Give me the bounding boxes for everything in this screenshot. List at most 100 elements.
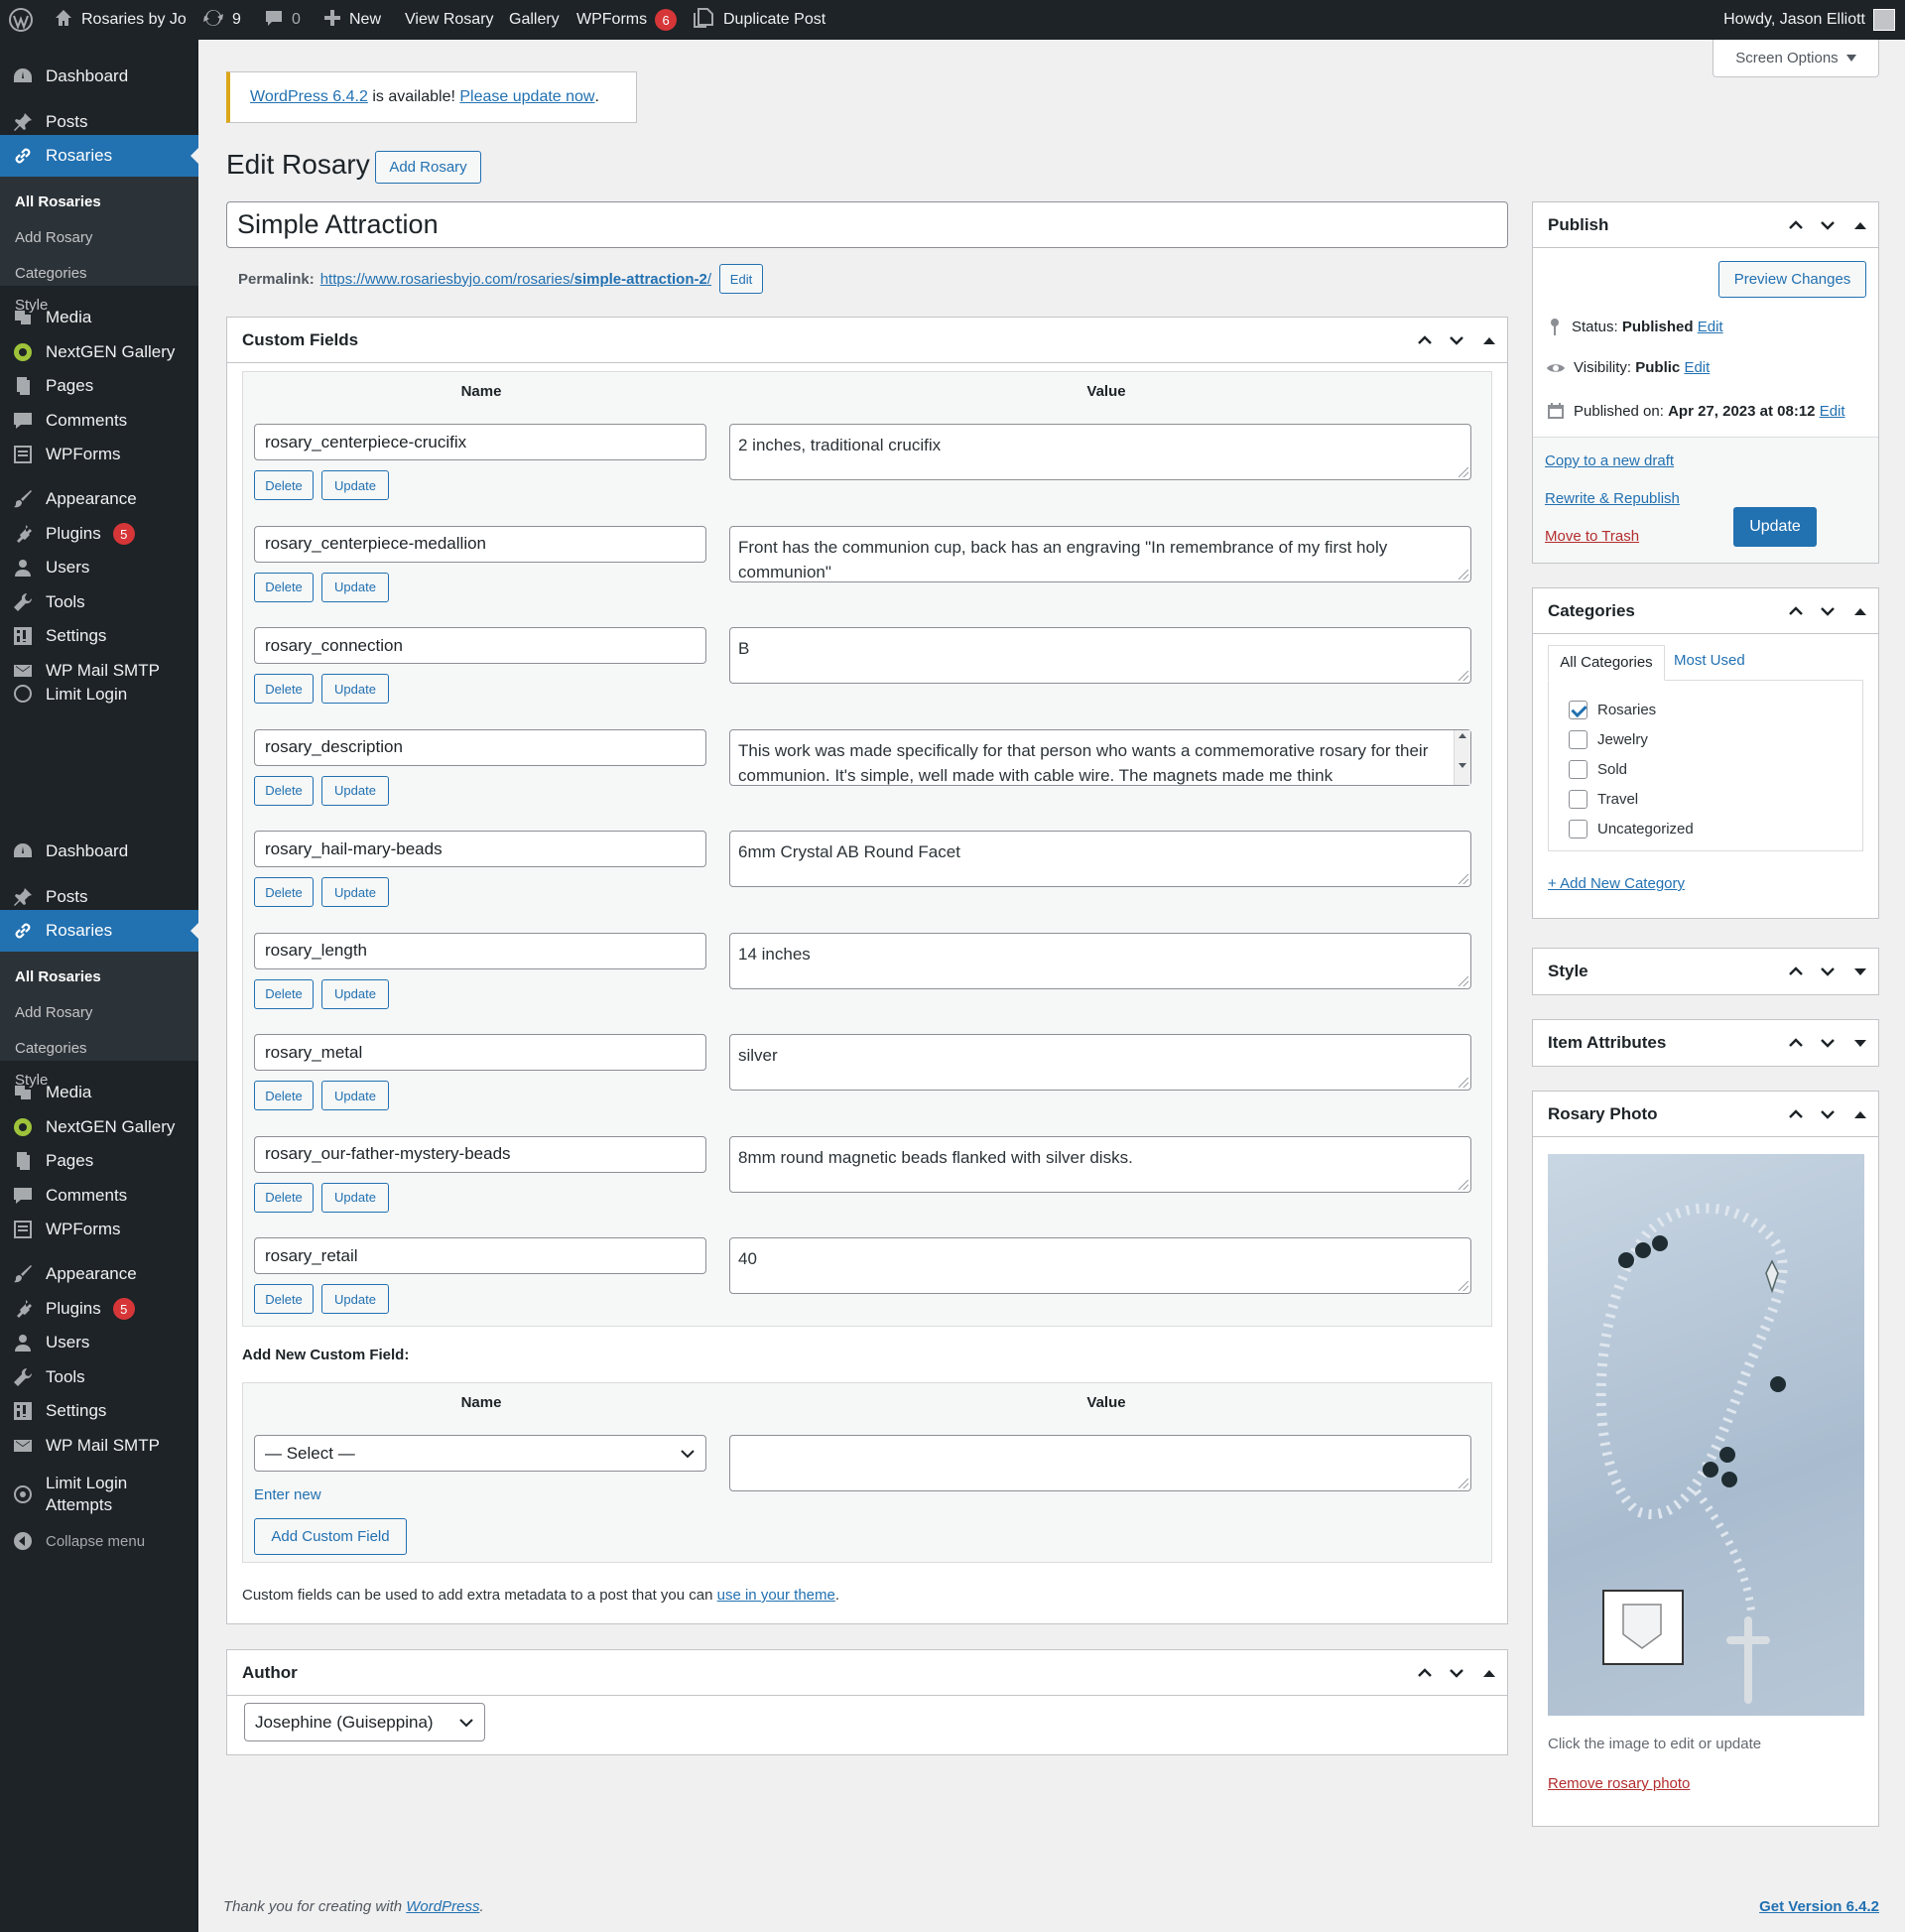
author-select[interactable]: Josephine (Guiseppina) [244, 1703, 485, 1741]
delete-field-button[interactable]: Delete [254, 1182, 314, 1213]
custom-field-value-textarea[interactable]: 8mm round magnetic beads flanked with si… [729, 1135, 1471, 1193]
delete-field-button[interactable]: Delete [254, 775, 314, 806]
update-field-button[interactable]: Update [321, 978, 389, 1009]
account-menu[interactable]: Howdy, Jason Elliott [1723, 0, 1895, 40]
add-rosary-button[interactable]: Add Rosary [375, 151, 481, 184]
get-version-link[interactable]: Get Version 6.4.2 [1759, 1898, 1879, 1915]
expand-toggle-icon[interactable] [1854, 1039, 1866, 1047]
move-up-icon[interactable] [1416, 1664, 1434, 1682]
category-checkbox[interactable] [1569, 730, 1588, 749]
custom-field-value-textarea[interactable]: 14 inches [729, 932, 1471, 989]
menu-limit-login-clipped[interactable]: Limit Login [0, 685, 198, 705]
update-field-button[interactable]: Update [321, 877, 389, 907]
custom-field-value-textarea[interactable]: 6mm Crystal AB Round Facet [729, 831, 1471, 887]
category-checkbox-row[interactable]: Uncategorized [1569, 820, 1694, 838]
tab-most-used[interactable]: Most Used [1674, 652, 1745, 669]
edit-date-link[interactable]: Edit [1820, 403, 1845, 420]
updates-link[interactable]: 9 [202, 0, 241, 40]
update-field-button[interactable]: Update [321, 470, 389, 500]
preview-changes-button[interactable]: Preview Changes [1718, 261, 1866, 298]
permalink-url[interactable]: https://www.rosariesbyjo.com/rosaries/si… [320, 271, 711, 288]
delete-field-button[interactable]: Delete [254, 1081, 314, 1110]
collapse-toggle-icon[interactable] [1854, 221, 1866, 229]
menu-dashboard-2[interactable]: Dashboard [0, 831, 198, 872]
move-down-icon[interactable] [1819, 1105, 1837, 1123]
wordpress-version-link[interactable]: WordPress 6.4.2 [250, 88, 368, 106]
custom-field-value-textarea[interactable]: This work was made specifically for that… [729, 728, 1471, 786]
update-field-button[interactable]: Update [321, 572, 389, 602]
move-down-icon[interactable] [1819, 1034, 1837, 1052]
move-up-icon[interactable] [1787, 963, 1805, 980]
wpforms-adminbar-link[interactable]: WPForms 6 [576, 0, 678, 40]
collapse-toggle-icon[interactable] [1483, 336, 1495, 344]
rosary-photo-image[interactable] [1548, 1154, 1864, 1716]
submenu-categories[interactable]: Categories [0, 256, 198, 292]
submenu-all-rosaries[interactable]: All Rosaries [0, 185, 198, 220]
new-field-key-select[interactable]: — Select — [254, 1435, 706, 1472]
expand-toggle-icon[interactable] [1854, 967, 1866, 975]
custom-field-name-input[interactable]: rosary_centerpiece-crucifix [254, 424, 706, 460]
category-checkbox-row[interactable]: Travel [1569, 790, 1638, 809]
move-down-icon[interactable] [1448, 331, 1465, 349]
move-down-icon[interactable] [1819, 963, 1837, 980]
update-field-button[interactable]: Update [321, 674, 389, 704]
submenu-all-rosaries[interactable]: All Rosaries [0, 960, 198, 995]
custom-field-name-input[interactable]: rosary_description [254, 728, 706, 766]
custom-field-value-textarea[interactable]: 40 [729, 1237, 1471, 1294]
menu-limit-login[interactable]: Limit Login Attempts [0, 1470, 198, 1519]
update-field-button[interactable]: Update [321, 1284, 389, 1314]
category-checkbox-row[interactable]: Jewelry [1569, 730, 1648, 749]
delete-field-button[interactable]: Delete [254, 978, 314, 1009]
update-field-button[interactable]: Update [321, 1081, 389, 1110]
move-up-icon[interactable] [1787, 602, 1805, 620]
menu-dashboard[interactable]: Dashboard [0, 56, 198, 97]
edit-visibility-link[interactable]: Edit [1684, 359, 1710, 376]
menu-wpforms[interactable]: WPForms [0, 434, 198, 475]
duplicate-post-link[interactable]: Duplicate Post [692, 0, 826, 40]
wordpress-link[interactable]: WordPress [406, 1898, 479, 1915]
copy-to-draft-link[interactable]: Copy to a new draft [1545, 452, 1674, 469]
collapse-toggle-icon[interactable] [1854, 1110, 1866, 1118]
custom-field-name-input[interactable]: rosary_hail-mary-beads [254, 831, 706, 867]
custom-field-name-input[interactable]: rosary_our-father-mystery-beads [254, 1135, 706, 1173]
move-to-trash-link[interactable]: Move to Trash [1545, 528, 1639, 545]
delete-field-button[interactable]: Delete [254, 1284, 314, 1314]
new-field-value-textarea[interactable] [729, 1435, 1471, 1491]
custom-field-value-textarea[interactable]: Front has the communion cup, back has an… [729, 525, 1471, 582]
custom-field-value-textarea[interactable]: silver [729, 1034, 1471, 1091]
submenu-add-rosary[interactable]: Add Rosary [0, 995, 198, 1031]
delete-field-button[interactable]: Delete [254, 572, 314, 602]
custom-field-value-textarea[interactable]: 2 inches, traditional crucifix [729, 424, 1471, 480]
update-field-button[interactable]: Update [321, 1182, 389, 1213]
update-field-button[interactable]: Update [321, 775, 389, 806]
update-now-link[interactable]: Please update now [459, 88, 594, 106]
category-checkbox-row[interactable]: Rosaries [1569, 701, 1656, 719]
edit-status-link[interactable]: Edit [1698, 319, 1723, 335]
enter-new-link[interactable]: Enter new [254, 1486, 321, 1503]
add-custom-field-button[interactable]: Add Custom Field [254, 1518, 407, 1555]
screen-options-button[interactable]: Screen Options [1713, 40, 1879, 77]
new-content-link[interactable]: New [323, 0, 381, 40]
move-up-icon[interactable] [1787, 216, 1805, 234]
custom-field-name-input[interactable]: rosary_length [254, 932, 706, 969]
collapse-toggle-icon[interactable] [1483, 1669, 1495, 1677]
move-down-icon[interactable] [1448, 1664, 1465, 1682]
wordpress-logo-icon[interactable] [8, 0, 34, 40]
comments-link[interactable]: 0 [264, 0, 301, 40]
category-checkbox-row[interactable]: Sold [1569, 760, 1627, 779]
menu-wpforms-2[interactable]: WPForms [0, 1209, 198, 1250]
post-title-input[interactable]: Simple Attraction [226, 201, 1508, 248]
remove-photo-link[interactable]: Remove rosary photo [1548, 1775, 1690, 1792]
permalink-edit-button[interactable]: Edit [719, 264, 763, 294]
submenu-add-rosary[interactable]: Add Rosary [0, 220, 198, 256]
menu-rosaries-2[interactable]: Rosaries [0, 910, 198, 952]
menu-rosaries[interactable]: Rosaries [0, 135, 198, 177]
rewrite-republish-link[interactable]: Rewrite & Republish [1545, 490, 1680, 507]
category-checkbox[interactable] [1569, 701, 1588, 719]
move-down-icon[interactable] [1819, 216, 1837, 234]
move-up-icon[interactable] [1787, 1105, 1805, 1123]
custom-field-name-input[interactable]: rosary_metal [254, 1034, 706, 1071]
category-checkbox[interactable] [1569, 790, 1588, 809]
move-down-icon[interactable] [1819, 602, 1837, 620]
tab-all-categories[interactable]: All Categories [1548, 645, 1665, 681]
